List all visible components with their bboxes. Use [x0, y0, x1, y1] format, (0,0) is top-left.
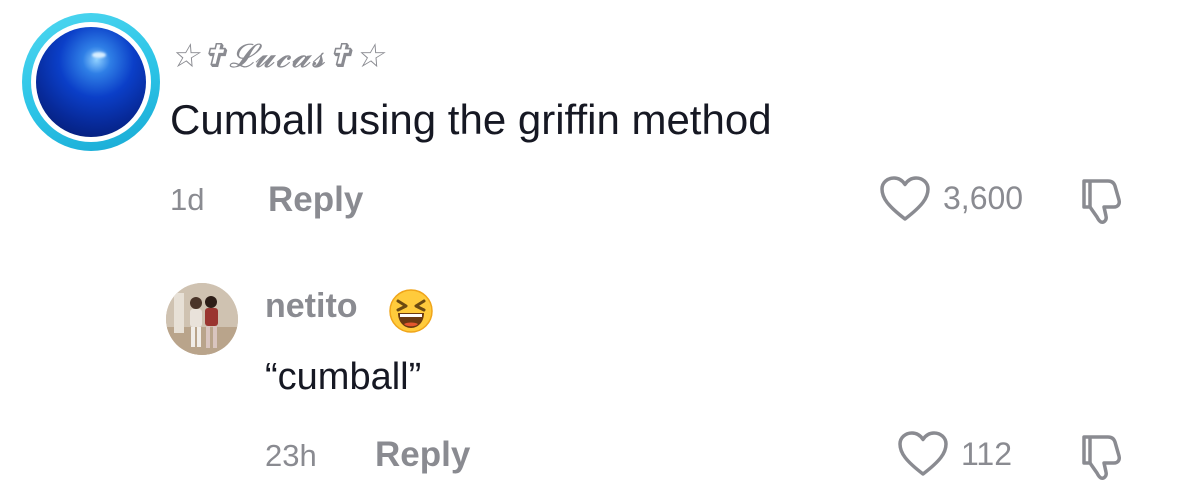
heart-outline-icon [898, 431, 948, 476]
comment-2-text: “cumball” [265, 356, 422, 398]
thumbs-down-icon [1082, 179, 1121, 224]
avatar-1-ring[interactable] [22, 13, 160, 151]
comment-2-reply-button[interactable]: Reply [375, 435, 470, 475]
comment-2-like-count: 112 [961, 436, 1013, 472]
avatar-1-glint [92, 52, 106, 58]
comment-1-like-count: 3,600 [943, 180, 1024, 216]
comment-1-timestamp: 1d [170, 182, 205, 217]
comment-2-timestamp: 23h [265, 438, 317, 473]
comment-2-dislike-button[interactable] [1078, 431, 1130, 488]
comment-1-text: Cumball using the griffin method [170, 96, 772, 143]
avatar-2[interactable] [166, 283, 238, 355]
avatar-2-photo [166, 283, 238, 355]
avatar-1-inner [31, 22, 151, 142]
avatar-1[interactable] [36, 27, 146, 137]
comment-1-reply-button[interactable]: Reply [268, 180, 363, 220]
comment-2-like-icon[interactable] [896, 430, 950, 483]
comment-2-username[interactable]: netito [265, 287, 358, 326]
heart-outline-icon [880, 176, 930, 221]
grinning-squinting-face-emoji [388, 288, 434, 334]
comment-1-dislike-button[interactable] [1078, 175, 1130, 232]
comment-1-username[interactable]: ☆✞𝓛𝓾𝓬𝓪𝓼✞☆ [170, 36, 385, 76]
thumbs-down-icon [1082, 435, 1121, 480]
comment-1-like-icon[interactable] [878, 175, 932, 228]
